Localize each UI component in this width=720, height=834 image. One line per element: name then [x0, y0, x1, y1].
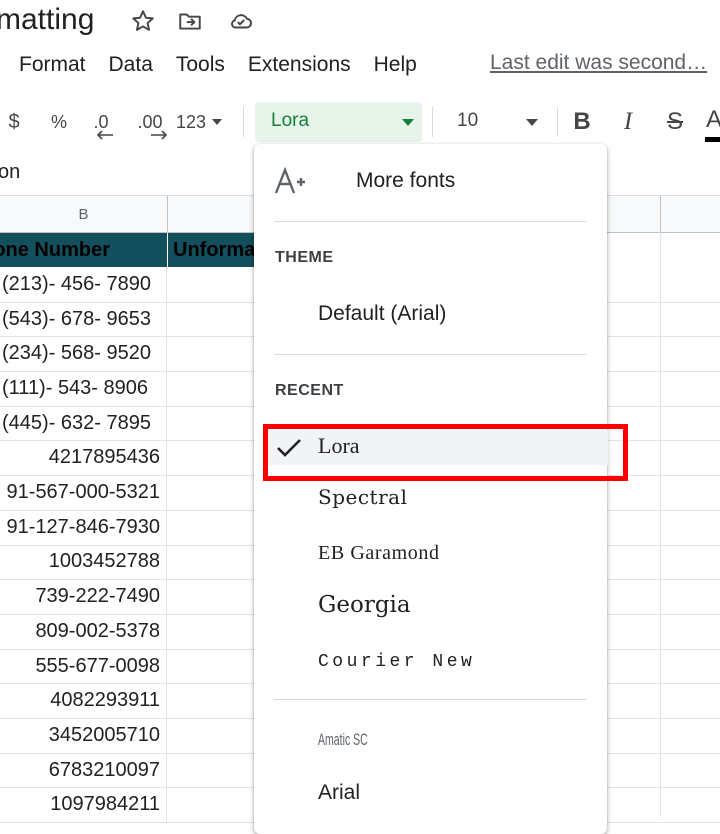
recent-font-georgia[interactable]: Georgia	[318, 592, 411, 618]
currency-button[interactable]: $	[0, 100, 28, 144]
phone-number-cell[interactable]: 739-222-7490	[0, 579, 167, 614]
phone-number-cell[interactable]: (234)- 568- 9520	[0, 336, 167, 372]
italic-button[interactable]: I	[613, 100, 643, 144]
menu-help[interactable]: Help	[374, 53, 417, 77]
recent-section-label: RECENT	[275, 382, 344, 399]
menu-bar: Format Data Tools Extensions Help	[19, 48, 440, 82]
phone-number-cell[interactable]: 6783210097	[0, 752, 167, 788]
arrow-right-icon	[151, 130, 168, 140]
header-unformatted-label: Unforma	[173, 238, 254, 261]
phone-number-cell[interactable]: 91-567-000-5321	[0, 475, 167, 510]
toolbar-divider	[243, 107, 244, 137]
phone-number-cell[interactable]: (213)- 456- 7890	[0, 267, 167, 302]
menu-tools[interactable]: Tools	[176, 53, 225, 77]
size-dropdown-caret-icon	[526, 119, 538, 126]
phone-number-cell[interactable]: (111)- 543- 8906	[0, 371, 167, 406]
column-header-d[interactable]	[661, 196, 720, 232]
phone-number-cell[interactable]: 4217895436	[0, 440, 167, 476]
document-title[interactable]: matting	[0, 0, 94, 40]
more-fonts-item[interactable]: More fonts	[356, 169, 455, 193]
decrease-decimal-button[interactable]: .0	[84, 100, 118, 144]
header-cell-phone-number[interactable]: one Number	[0, 233, 167, 267]
dropdown-divider	[274, 699, 587, 700]
star-icon[interactable]	[128, 6, 158, 36]
header-cell-unformatted[interactable]: Unforma	[168, 233, 254, 267]
toolbar-divider	[557, 107, 558, 137]
column-header-b[interactable]: B	[0, 196, 168, 232]
percent-button[interactable]: %	[44, 100, 74, 144]
move-folder-icon[interactable]	[175, 6, 205, 36]
font-family-value: Lora	[271, 110, 310, 131]
increase-decimal-button[interactable]: .00	[130, 100, 170, 144]
recent-font-eb-garamond[interactable]: EB Garamond	[318, 542, 440, 565]
phone-number-cell[interactable]: 809-002-5378	[0, 614, 167, 649]
formula-bar-content[interactable]: on	[0, 161, 20, 184]
text-color-button[interactable]: A	[704, 98, 720, 142]
bold-button[interactable]: B	[567, 100, 597, 144]
font-arial[interactable]: Arial	[318, 781, 360, 805]
theme-section-label: THEME	[275, 249, 334, 266]
phone-number-cell[interactable]: 555-677-0098	[0, 648, 167, 684]
header-phone-label: one Number	[0, 238, 110, 261]
phone-number-cell[interactable]: 4082293911	[0, 683, 167, 719]
font-family-select[interactable]: Lora	[255, 102, 422, 142]
theme-font-default[interactable]: Default (Arial)	[318, 302, 446, 326]
menu-extensions[interactable]: Extensions	[248, 53, 351, 77]
last-edit-link[interactable]: Last edit was second…	[490, 51, 707, 75]
phone-number-cell[interactable]: (543)- 678- 9653	[0, 301, 167, 337]
highlight-box	[263, 424, 628, 481]
phone-number-cell[interactable]: 91-127-846-7930	[0, 509, 167, 545]
toolbar-divider	[432, 107, 433, 137]
add-font-icon	[274, 166, 306, 200]
recent-font-spectral[interactable]: Spectral	[318, 485, 407, 509]
font-dropdown-caret-icon	[402, 119, 414, 126]
text-color-swatch	[705, 137, 720, 142]
font-size-select[interactable]: 10	[445, 102, 550, 142]
more-formats-button[interactable]: 123	[176, 100, 232, 144]
menu-data[interactable]: Data	[109, 53, 153, 77]
font-amatic-sc[interactable]: Amatic SC	[318, 730, 368, 750]
phone-number-cell[interactable]: (445)- 632- 7895	[0, 405, 167, 441]
more-formats-label: 123	[176, 111, 207, 132]
cloud-saved-icon[interactable]	[226, 6, 256, 36]
phone-number-cell[interactable]: 1003452788	[0, 544, 167, 580]
dropdown-divider	[274, 221, 587, 222]
dropdown-divider	[274, 354, 587, 355]
font-size-value: 10	[457, 110, 479, 131]
phone-number-cell[interactable]: 3452005710	[0, 718, 167, 753]
font-dropdown-menu: More fonts THEME Default (Arial) RECENT …	[254, 144, 608, 834]
arrow-left-icon	[96, 130, 113, 140]
chevron-down-icon	[212, 119, 223, 125]
menu-format[interactable]: Format	[19, 53, 86, 77]
recent-font-courier-new[interactable]: Courier New	[318, 652, 475, 672]
strikethrough-button[interactable]: S	[660, 100, 690, 144]
